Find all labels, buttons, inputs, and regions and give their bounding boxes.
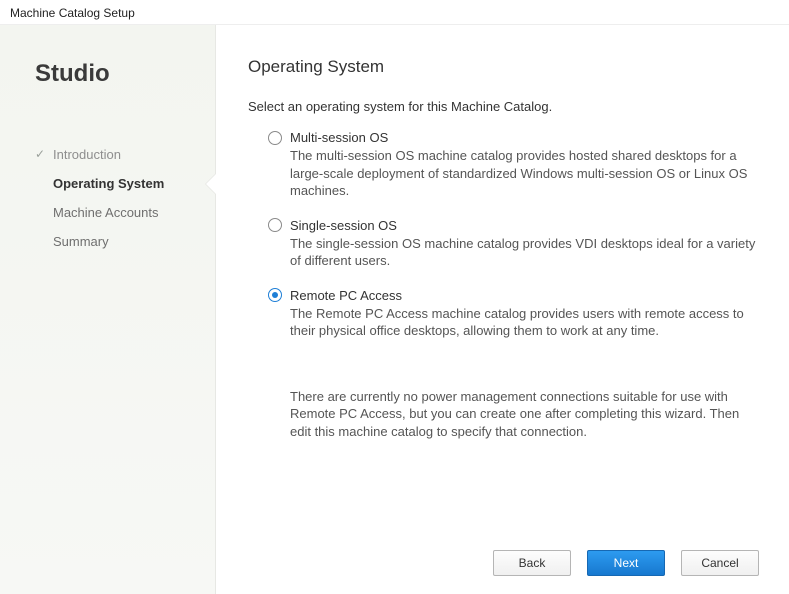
wizard-buttons: Back Next Cancel [248,534,759,576]
option-label[interactable]: Remote PC Access [290,288,402,303]
option-remote-pc-access: Remote PC Access The Remote PC Access ma… [268,288,759,340]
radio-remote-pc-access[interactable] [268,288,282,302]
radio-single-session-os[interactable] [268,218,282,232]
step-introduction[interactable]: Introduction [35,143,215,166]
back-button[interactable]: Back [493,550,571,576]
main-panel: Operating System Select an operating sys… [215,25,789,594]
cancel-button[interactable]: Cancel [681,550,759,576]
window-title: Machine Catalog Setup [0,0,789,24]
step-operating-system[interactable]: Operating System [35,172,215,195]
option-single-session-os: Single-session OS The single-session OS … [268,218,759,270]
step-label: Introduction [53,147,121,162]
option-description: The single-session OS machine catalog pr… [290,235,759,270]
brand-title: Studio [35,60,215,88]
step-label: Summary [53,234,109,249]
option-multi-session-os: Multi-session OS The multi-session OS ma… [268,130,759,200]
wizard-steps: Introduction Operating System Machine Ac… [35,143,215,253]
page-heading: Operating System [248,57,759,77]
next-button[interactable]: Next [587,550,665,576]
page-intro: Select an operating system for this Mach… [248,99,759,114]
os-options: Multi-session OS The multi-session OS ma… [268,130,759,358]
wizard-body: Studio Introduction Operating System Mac… [0,24,789,594]
radio-multi-session-os[interactable] [268,131,282,145]
option-description: The Remote PC Access machine catalog pro… [290,305,759,340]
option-label[interactable]: Multi-session OS [290,130,388,145]
sidebar: Studio Introduction Operating System Mac… [0,25,215,594]
step-label: Machine Accounts [53,205,159,220]
power-management-note: There are currently no power management … [290,388,759,441]
step-summary[interactable]: Summary [35,230,215,253]
step-label: Operating System [53,176,164,191]
option-description: The multi-session OS machine catalog pro… [290,147,759,200]
option-label[interactable]: Single-session OS [290,218,397,233]
step-machine-accounts[interactable]: Machine Accounts [35,201,215,224]
